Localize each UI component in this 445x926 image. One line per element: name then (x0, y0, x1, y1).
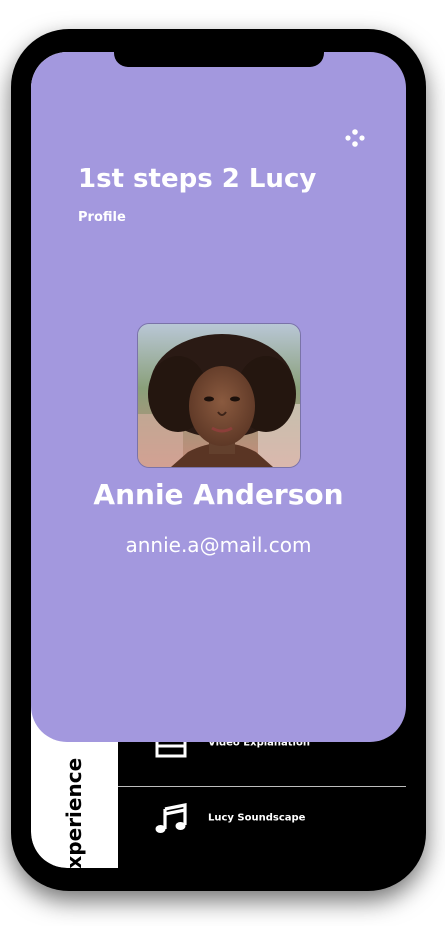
app-title: 1st steps 2 Lucy (78, 164, 317, 194)
music-note-icon (155, 803, 187, 833)
screen: experience Video Explanation Lucy Sounds… (31, 52, 406, 868)
dots-menu-icon[interactable] (344, 127, 366, 149)
avatar (137, 323, 301, 468)
user-email: annie.a@mail.com (125, 533, 312, 557)
menu-item-label: Lucy Soundscape (208, 812, 306, 824)
profile-card: 1st steps 2 Lucy Profile Annie Anderson … (31, 52, 406, 742)
phone-notch (114, 52, 324, 67)
page-subtitle: Profile (78, 210, 126, 225)
profile-photo (138, 324, 300, 467)
menu-item-lucy-soundscape[interactable]: Lucy Soundscape (118, 783, 406, 853)
experience-label: experience (62, 757, 86, 868)
user-name: Annie Anderson (93, 478, 344, 511)
